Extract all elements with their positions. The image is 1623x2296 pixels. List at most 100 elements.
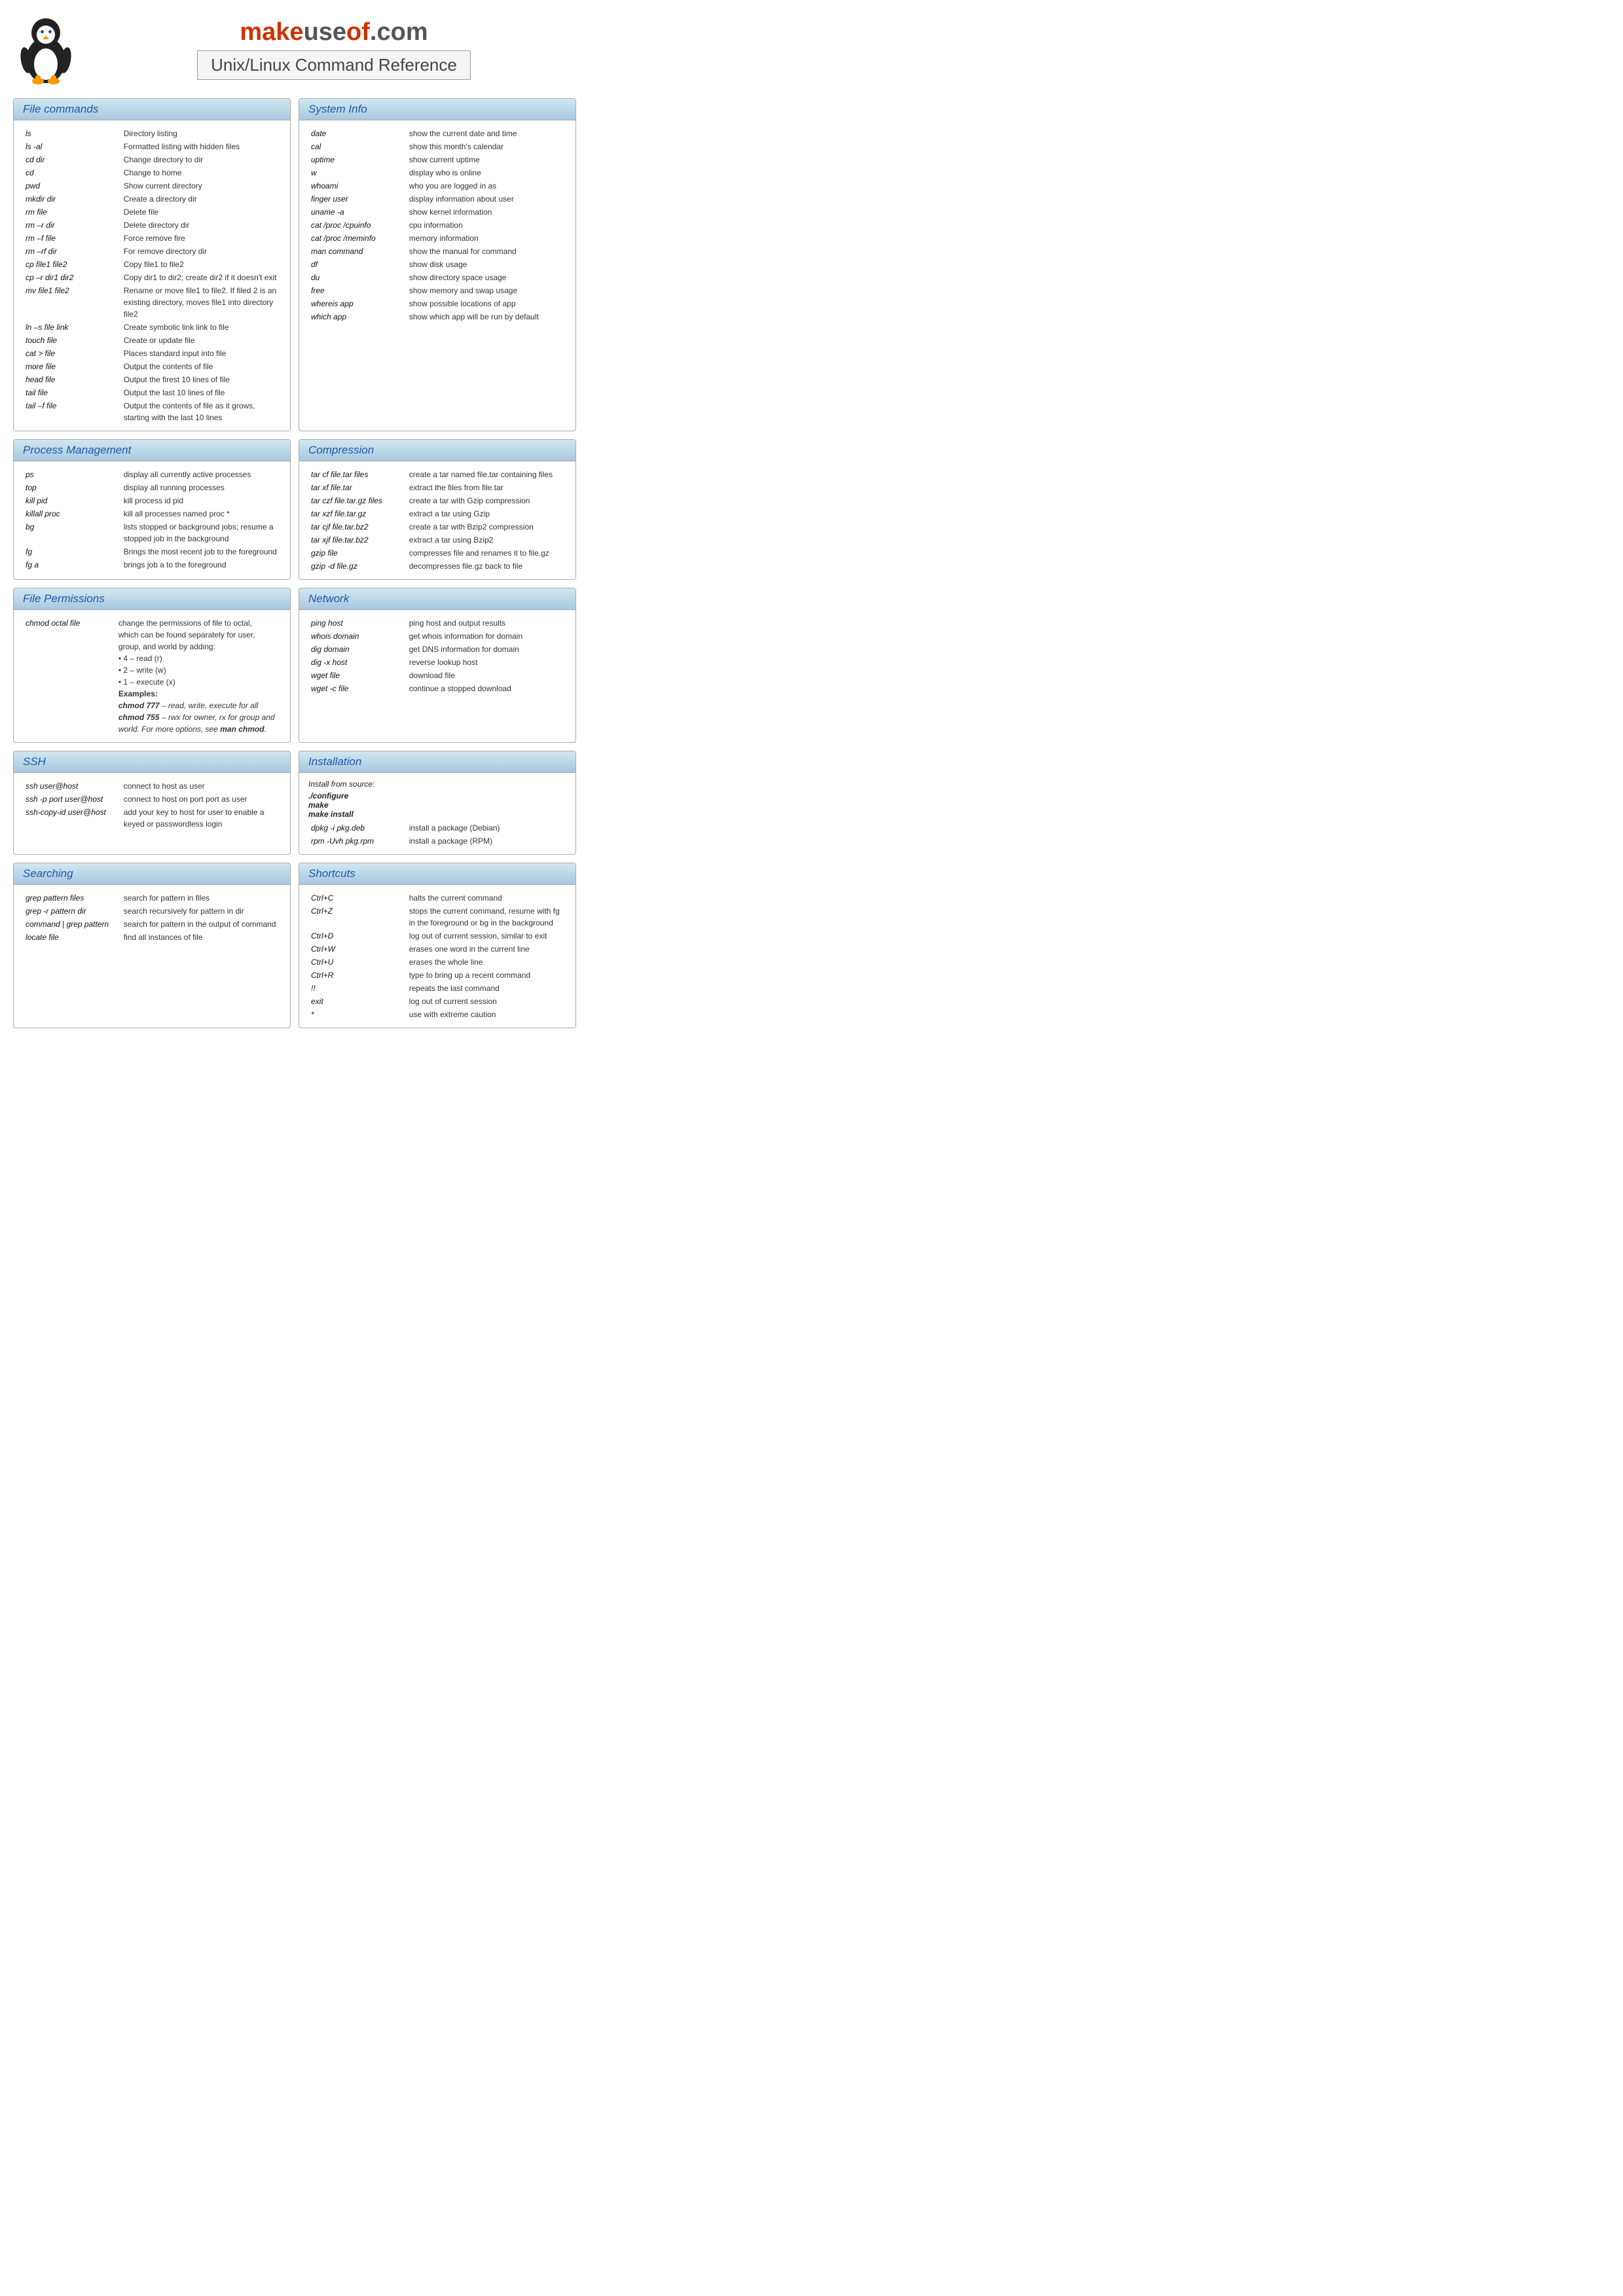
penguin-icon <box>13 13 79 85</box>
desc-cell: install a package (Debian) <box>407 821 566 834</box>
cmd-cell: ssh-copy-id user@host <box>23 806 121 831</box>
table-row: tail fileOutput the last 10 lines of fil… <box>23 386 281 399</box>
cmd-cell: cat /proc /meminfo <box>308 232 407 245</box>
desc-cell: connect to host on port port as user <box>121 793 281 806</box>
table-row: Ctrl+Werases one word in the current lin… <box>308 942 566 956</box>
table-row: Ctrl+Rtype to bring up a recent command <box>308 969 566 982</box>
section-body-process-management: psdisplay all currently active processes… <box>14 461 290 578</box>
table-row: tar xjf file.tar.bz2extract a tar using … <box>308 533 566 547</box>
table-row: tar xzf file.tar.gzextract a tar using G… <box>308 507 566 520</box>
table-row: *use with extreme caution <box>308 1008 566 1021</box>
cmd-cell: ln –s file link <box>23 321 121 334</box>
system-info-table: dateshow the current date and timecalsho… <box>308 127 566 323</box>
cmd-cell: locate file <box>23 931 121 944</box>
cmd-cell: which app <box>308 310 407 323</box>
desc-cell: Output the firest 10 lines of file <box>121 373 281 386</box>
desc-cell: reverse lookup host <box>407 656 566 669</box>
table-row: tar xf file.tarextract the files from fi… <box>308 481 566 494</box>
table-row: gzip filecompresses file and renames it … <box>308 547 566 560</box>
table-row: exitlog out of current session <box>308 995 566 1008</box>
table-row: finger userdisplay information about use… <box>308 192 566 206</box>
table-row: dig domainget DNS information for domain <box>308 643 566 656</box>
installation-source-cmd: make <box>308 800 566 810</box>
table-row: more fileOutput the contents of file <box>23 360 281 373</box>
section-body-network: ping hostping host and output resultswho… <box>299 610 575 702</box>
table-row: grep -r pattern dirsearch recursively fo… <box>23 905 281 918</box>
desc-cell: show memory and swap usage <box>407 284 566 297</box>
table-row: dfshow disk usage <box>308 258 566 271</box>
cmd-cell: dig -x host <box>308 656 407 669</box>
desc-cell: show which app will be run by default <box>407 310 566 323</box>
desc-cell: halts the current command <box>407 891 566 905</box>
table-row: cp file1 file2Copy file1 to file2 <box>23 258 281 271</box>
section-body-compression: tar cf file.tar filescreate a tar named … <box>299 461 575 579</box>
cmd-cell: fg a <box>23 558 121 571</box>
section-body-system-info: dateshow the current date and timecalsho… <box>299 120 575 330</box>
desc-cell: show possible locations of app <box>407 297 566 310</box>
section-title-searching: Searching <box>14 863 290 885</box>
table-row: mv file1 file2Rename or move file1 to fi… <box>23 284 281 321</box>
desc-cell: get DNS information for domain <box>407 643 566 656</box>
section-title-installation: Installation <box>299 751 575 773</box>
table-row: kill pidkill process id pid <box>23 494 281 507</box>
table-row: Ctrl+Dlog out of current session, simila… <box>308 929 566 942</box>
ssh-table: ssh user@hostconnect to host as userssh … <box>23 780 281 831</box>
network-table: ping hostping host and output resultswho… <box>308 617 566 695</box>
table-row: pwdShow current directory <box>23 179 281 192</box>
desc-cell: find all instances of file <box>121 931 281 944</box>
desc-cell: log out of current session, similar to e… <box>407 929 566 942</box>
desc-cell: Show current directory <box>121 179 281 192</box>
section-ssh: SSH ssh user@hostconnect to host as user… <box>13 751 291 855</box>
cmd-cell: bg <box>23 520 121 545</box>
desc-cell: extract a tar using Gzip <box>407 507 566 520</box>
table-row: whereis appshow possible locations of ap… <box>308 297 566 310</box>
cmd-cell: head file <box>23 373 121 386</box>
perm-cmd: chmod octal file <box>23 617 116 736</box>
cmd-cell: wget -c file <box>308 682 407 695</box>
cmd-cell: Ctrl+D <box>308 929 407 942</box>
table-row: ssh -p port user@hostconnect to host on … <box>23 793 281 806</box>
table-row: head fileOutput the firest 10 lines of f… <box>23 373 281 386</box>
perm-desc: change the permissions of file to octal,… <box>116 617 281 736</box>
desc-cell: Formatted listing with hidden files <box>121 140 281 153</box>
desc-cell: Change directory to dir <box>121 153 281 166</box>
cmd-cell: ssh user@host <box>23 780 121 793</box>
desc-cell: lists stopped or background jobs; resume… <box>121 520 281 545</box>
desc-cell: type to bring up a recent command <box>407 969 566 982</box>
desc-cell: Directory listing <box>121 127 281 140</box>
desc-cell: download file <box>407 669 566 682</box>
desc-cell: display who is online <box>407 166 566 179</box>
desc-cell: Create symbolic link link to file <box>121 321 281 334</box>
logo-area <box>13 13 79 85</box>
cmd-cell: kill pid <box>23 494 121 507</box>
table-row: rm –rf dirFor remove directory dir <box>23 245 281 258</box>
desc-cell: Delete directory dir <box>121 219 281 232</box>
cmd-cell: dpkg -i pkg.deb <box>308 821 407 834</box>
cmd-cell: rm –rf dir <box>23 245 121 258</box>
cmd-cell: whoami <box>308 179 407 192</box>
table-row: cd dirChange directory to dir <box>23 153 281 166</box>
table-row: cdChange to home <box>23 166 281 179</box>
table-row: rm –r dirDelete directory dir <box>23 219 281 232</box>
desc-cell: Output the last 10 lines of file <box>121 386 281 399</box>
table-row: cat /proc /cpuinfocpu information <box>308 219 566 232</box>
cmd-cell: ssh -p port user@host <box>23 793 121 806</box>
section-body-searching: grep pattern filessearch for pattern in … <box>14 885 290 950</box>
section-title-file-permissions: File Permissions <box>14 588 290 610</box>
section-body-ssh: ssh user@hostconnect to host as userssh … <box>14 773 290 837</box>
section-body-file-permissions: chmod octal file change the permissions … <box>14 610 290 742</box>
main-content: File commands lsDirectory listingls -alF… <box>13 98 576 1028</box>
table-row: command | grep patternsearch for pattern… <box>23 918 281 931</box>
cmd-cell: mkdir dir <box>23 192 121 206</box>
cmd-cell: df <box>308 258 407 271</box>
table-row: killall prockill all processes named pro… <box>23 507 281 520</box>
searching-table: grep pattern filessearch for pattern in … <box>23 891 281 944</box>
cmd-cell: touch file <box>23 334 121 347</box>
cmd-cell: !! <box>308 982 407 995</box>
table-row: ssh-copy-id user@hostadd your key to hos… <box>23 806 281 831</box>
installation-source-cmd: ./configure <box>308 791 566 800</box>
cmd-cell: tar xjf file.tar.bz2 <box>308 533 407 547</box>
desc-cell: Places standard input into file <box>121 347 281 360</box>
cmd-cell: cd dir <box>23 153 121 166</box>
desc-cell: display all currently active processes <box>121 468 281 481</box>
